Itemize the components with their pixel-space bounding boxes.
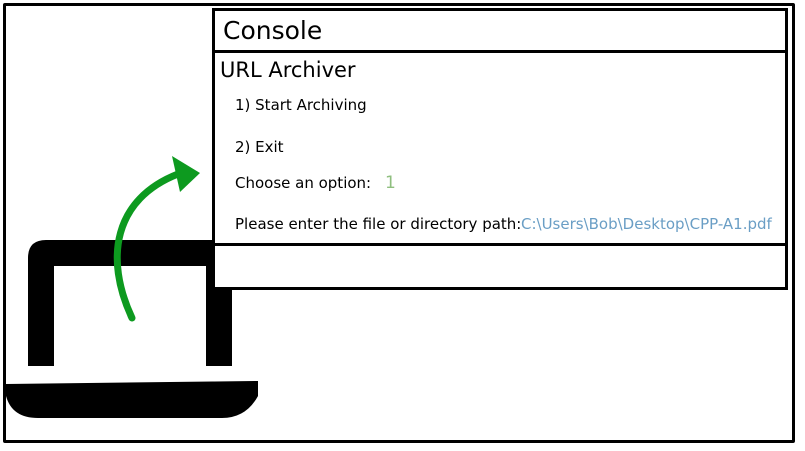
console-window: Console URL Archiver 1) Start Archiving …	[212, 8, 788, 290]
app-title: URL Archiver	[220, 58, 356, 82]
console-output: URL Archiver 1) Start Archiving 2) Exit …	[215, 53, 785, 246]
menu-option-exit: 2) Exit	[235, 138, 284, 156]
option-input-value: 1	[385, 173, 396, 193]
console-title: Console	[223, 16, 323, 45]
console-titlebar: Console	[215, 11, 785, 53]
option-prompt: Choose an option:	[235, 174, 372, 192]
console-input-line[interactable]	[215, 246, 785, 287]
diagram: Console URL Archiver 1) Start Archiving …	[0, 0, 805, 451]
path-prompt: Please enter the file or directory path:	[235, 215, 522, 233]
arrow-shaft	[113, 170, 182, 322]
menu-option-start: 1) Start Archiving	[235, 96, 367, 114]
arrow-head	[172, 156, 200, 192]
path-input-value: C:\Users\Bob\Desktop\CPP-A1.pdf	[521, 215, 772, 233]
